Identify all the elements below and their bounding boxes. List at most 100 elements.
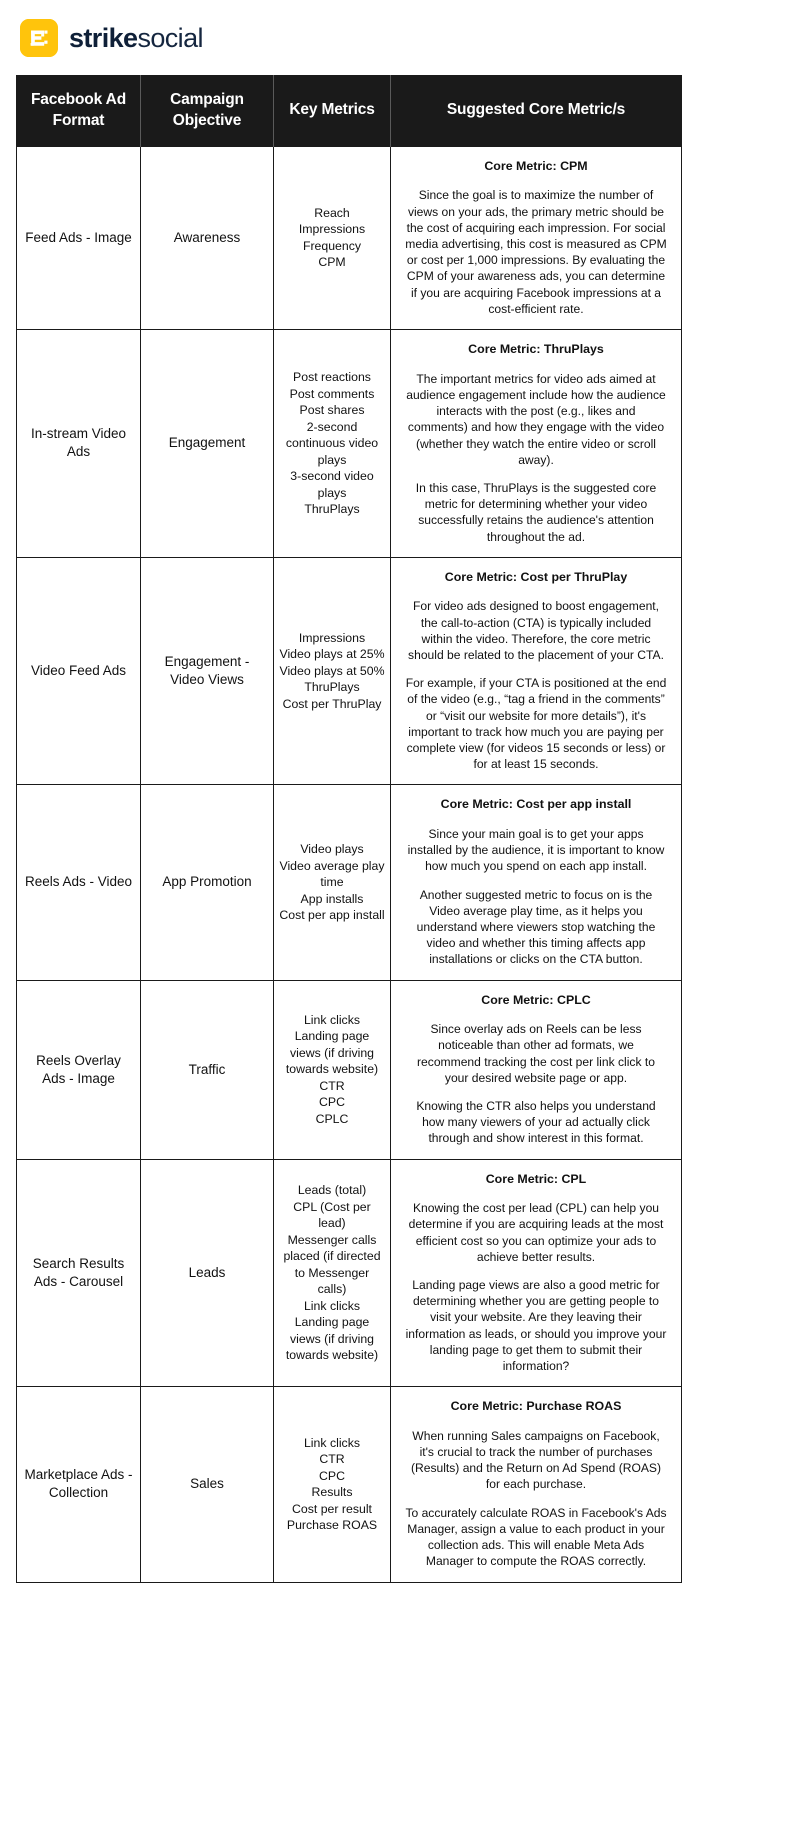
cell-suggested-core-metrics: Core Metric: CPL Knowing the cost per lea… [390, 1158, 682, 1387]
core-metric-title: Core Metric: Cost per app install [440, 797, 632, 812]
cell-ad-format: Reels Overlay Ads - Image [16, 979, 141, 1160]
cell-ad-format: Reels Ads - Video [16, 784, 141, 981]
cell-key-metrics: Link clicks Landing page views (if drivin… [273, 979, 391, 1160]
key-metric-item: Messenger calls placed (if directed to M… [283, 1232, 381, 1297]
cell-ad-format: Video Feed Ads [16, 556, 141, 785]
key-metric-item: ThruPlays [304, 680, 360, 695]
core-metric-paragraph: Since the goal is to maximize the number… [405, 188, 667, 316]
key-metric-item: Leads (total) [297, 1183, 367, 1198]
key-metric-item: Cost per app install [279, 908, 385, 923]
brand-name-light: social [137, 22, 203, 53]
key-metric-item: Landing page views (if driving towards w… [285, 1315, 379, 1363]
column-header-suggested-core-metrics: Suggested Core Metric/s [390, 75, 682, 147]
key-metric-item: Video plays [300, 842, 364, 857]
key-metric-item: Link clicks [303, 1012, 361, 1027]
key-metric-item: Cost per ThruPlay [282, 696, 382, 711]
cell-ad-format: Feed Ads - Image [16, 145, 141, 330]
cell-key-metrics: Link clicks CTR CPC Results Cost per result P… [273, 1386, 391, 1582]
key-metric-item: CPC [319, 1468, 345, 1483]
core-metric-paragraph: The important metrics for video ads aime… [406, 371, 666, 467]
core-metric-paragraph: For video ads designed to boost engageme… [408, 599, 664, 662]
core-metric-paragraph: Another suggested metric to focus on is … [416, 887, 656, 967]
key-metric-item: Reach [314, 206, 350, 221]
key-metric-item: Video average play time [279, 858, 385, 890]
core-metric-paragraph: When running Sales campaigns on Facebook… [410, 1428, 662, 1492]
cell-campaign-objective: Awareness [140, 145, 274, 330]
strike-social-logo-icon [20, 19, 58, 57]
key-metric-item: CPC [319, 1095, 345, 1110]
cell-ad-format: In-stream Video Ads [16, 329, 141, 558]
core-metric-paragraph: Since overlay ads on Reels can be less n… [417, 1022, 655, 1085]
core-metric-paragraph: Knowing the cost per lead (CPL) can help… [408, 1201, 664, 1264]
brand-wordmark: strikesocial [69, 22, 203, 53]
cell-campaign-objective: Sales [140, 1386, 274, 1582]
table-row: Video Feed Ads Engagement - Video Views Im… [16, 556, 682, 785]
key-metric-item: CPL (Cost per lead) [293, 1199, 371, 1231]
key-metric-item: Landing page views (if driving towards w… [285, 1029, 379, 1077]
table-row: Search Results Ads - Carousel Leads Leads … [16, 1158, 682, 1387]
core-metric-paragraph: Knowing the CTR also helps you understan… [416, 1099, 656, 1146]
cell-key-metrics: Leads (total) CPL (Cost per lead) Messenge… [273, 1158, 391, 1387]
brand-header: strikesocial [0, 0, 800, 58]
key-metric-item: Frequency [302, 238, 362, 253]
facebook-ad-metrics-table: Facebook Ad Format Campaign Objective Ke… [16, 75, 682, 1583]
core-metric-title: Core Metric: CPM [484, 158, 588, 173]
key-metric-item: Post comments [289, 386, 375, 401]
core-metric-paragraph: Since your main goal is to get your apps… [407, 826, 665, 874]
table-header-row: Facebook Ad Format Campaign Objective Ke… [16, 75, 682, 147]
column-header-campaign-objective: Campaign Objective [140, 75, 274, 147]
key-metric-item: Purchase ROAS [286, 1518, 378, 1533]
table-row: Feed Ads - Image Awareness Reach Impression… [16, 145, 682, 330]
key-metric-item: 3-second video plays [290, 469, 374, 500]
cell-suggested-core-metrics: Core Metric: Purchase ROAS When running S… [390, 1386, 682, 1582]
key-metric-item: Post reactions [293, 370, 371, 385]
core-metric-paragraph: Landing page views are also a good metri… [405, 1278, 667, 1374]
core-metric-title: Core Metric: Purchase ROAS [450, 1399, 622, 1414]
cell-suggested-core-metrics: Core Metric: CPLC Since overlay ads on Re… [390, 979, 682, 1160]
cell-suggested-core-metrics: Core Metric: Cost per app install Since y… [390, 784, 682, 981]
cell-campaign-objective: Engagement - Video Views [140, 556, 274, 785]
cell-ad-format: Search Results Ads - Carousel [16, 1158, 141, 1387]
table-row: In-stream Video Ads Engagement Post reacti… [16, 329, 682, 558]
key-metric-item: Cost per result [292, 1501, 372, 1516]
table-row: Reels Ads - Video App Promotion Video play… [16, 784, 682, 981]
key-metric-item: Link clicks [303, 1298, 361, 1313]
key-metric-item: Video plays at 50% [279, 663, 385, 678]
key-metric-item: CTR [319, 1452, 345, 1467]
key-metric-item: CTR [319, 1078, 345, 1093]
cell-key-metrics: Reach Impressions Frequency CPM [273, 145, 391, 330]
cell-campaign-objective: Engagement [140, 329, 274, 558]
cell-suggested-core-metrics: Core Metric: Cost per ThruPlay For video … [390, 556, 682, 785]
table-row: Reels Overlay Ads - Image Traffic Link cli… [16, 979, 682, 1160]
table-header: Facebook Ad Format Campaign Objective Ke… [16, 75, 682, 147]
core-metric-paragraph: For example, if your CTA is positioned a… [405, 676, 667, 772]
column-header-ad-format: Facebook Ad Format [16, 75, 141, 147]
key-metric-item: Impressions [298, 630, 366, 645]
key-metric-item: 2-second continuous video plays [285, 419, 379, 467]
key-metric-item: Impressions [298, 222, 366, 237]
core-metric-title: Core Metric: CPLC [481, 992, 591, 1007]
key-metric-item: Link clicks [303, 1435, 361, 1450]
table-body: Feed Ads - Image Awareness Reach Impression… [16, 145, 682, 1582]
core-metric-paragraph: In this case, ThruPlays is the suggested… [415, 480, 657, 544]
metrics-table-wrapper: Facebook Ad Format Campaign Objective Ke… [0, 58, 800, 1583]
key-metric-item: CPM [318, 255, 346, 270]
core-metric-title: Core Metric: Cost per ThruPlay [444, 569, 628, 584]
cell-key-metrics: Impressions Video plays at 25% Video plays… [273, 556, 391, 785]
cell-campaign-objective: Traffic [140, 979, 274, 1160]
core-metric-title: Core Metric: ThruPlays [468, 342, 604, 357]
core-metric-paragraph: To accurately calculate ROAS in Facebook… [405, 1505, 667, 1569]
cell-ad-format: Marketplace Ads - Collection [16, 1386, 141, 1582]
cell-key-metrics: Post reactions Post comments Post shares 2-… [273, 329, 391, 558]
key-metric-item: App installs [300, 891, 364, 906]
cell-key-metrics: Video plays Video average play time App in… [273, 784, 391, 981]
table-row: Marketplace Ads - Collection Sales Link cl… [16, 1386, 682, 1582]
key-metric-item: Results [311, 1485, 353, 1500]
key-metric-item: CPLC [315, 1111, 349, 1126]
key-metric-item: Post shares [299, 403, 365, 418]
cell-suggested-core-metrics: Core Metric: ThruPlays The important metr… [390, 329, 682, 558]
key-metric-item: Video plays at 25% [279, 647, 385, 662]
cell-suggested-core-metrics: Core Metric: CPM Since the goal is to max… [390, 145, 682, 330]
cell-campaign-objective: Leads [140, 1158, 274, 1387]
cell-campaign-objective: App Promotion [140, 784, 274, 981]
